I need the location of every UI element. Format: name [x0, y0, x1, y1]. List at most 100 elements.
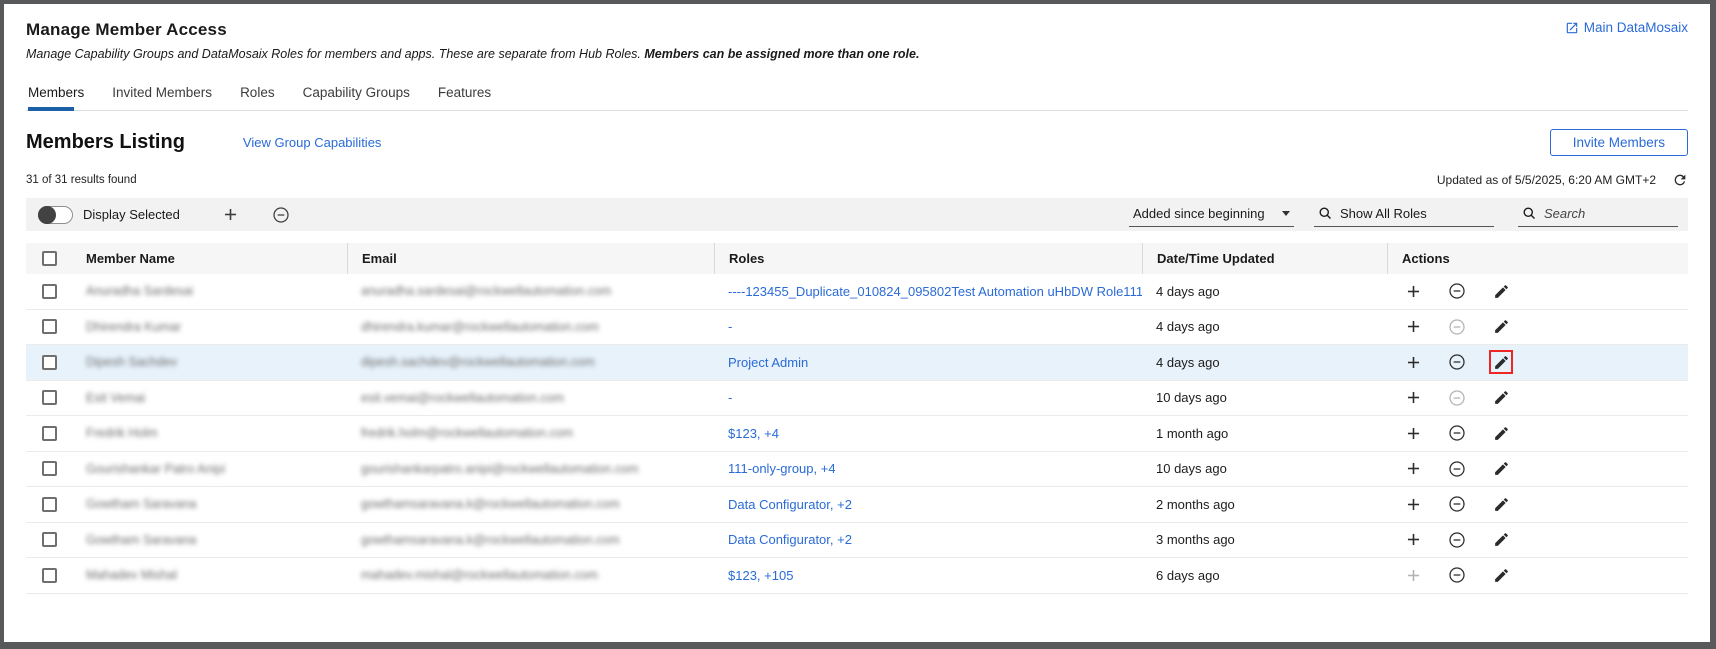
member-email-cell: dhirendra.kumar@rockwellautomation.com	[347, 320, 714, 334]
remove-role-icon[interactable]	[1447, 281, 1467, 301]
edit-member-icon[interactable]	[1491, 317, 1511, 337]
member-email-cell: mahadev.mishal@rockwellautomation.com	[347, 568, 714, 582]
add-role-icon[interactable]	[1403, 423, 1423, 443]
edit-member-icon[interactable]	[1491, 281, 1511, 301]
remove-role-icon[interactable]	[1447, 494, 1467, 514]
edit-member-icon[interactable]	[1491, 459, 1511, 479]
tab-roles[interactable]: Roles	[226, 79, 289, 110]
edit-member-icon[interactable]	[1491, 423, 1511, 443]
add-role-icon[interactable]	[1403, 352, 1423, 372]
view-group-capabilities-link[interactable]: View Group Capabilities	[243, 135, 382, 150]
member-email-cell: anuradha.sardesai@rockwellautomation.com	[347, 284, 714, 298]
subtitle-regular: Manage Capability Groups and DataMosaix …	[26, 47, 644, 61]
table-header-row: Member Name Email Roles Date/Time Update…	[26, 243, 1688, 274]
edit-member-icon[interactable]	[1491, 565, 1511, 585]
roles-filter-field[interactable]	[1314, 203, 1494, 227]
add-role-icon[interactable]	[1403, 388, 1423, 408]
column-header-member-name: Member Name	[72, 243, 347, 274]
page-header: Manage Member Access Main DataMosaix	[26, 20, 1688, 40]
date-updated-cell: 4 days ago	[1142, 319, 1387, 334]
member-email-cell: gourishankarpatro.anipi@rockwellautomati…	[347, 462, 714, 476]
roles-link[interactable]: Data Configurator, +2	[728, 497, 852, 512]
date-updated-cell: 1 month ago	[1142, 426, 1387, 441]
updated-timestamp: Updated as of 5/5/2025, 6:20 AM GMT+2	[1437, 173, 1656, 187]
bulk-add-roles-icon[interactable]	[220, 204, 242, 226]
remove-role-icon[interactable]	[1447, 352, 1467, 372]
date-updated-cell: 4 days ago	[1142, 284, 1387, 299]
row-checkbox[interactable]	[42, 284, 57, 299]
row-checkbox[interactable]	[42, 426, 57, 441]
member-email-cell: gowthamsaravana.k@rockwellautomation.com	[347, 497, 714, 511]
row-checkbox[interactable]	[42, 319, 57, 334]
member-name-cell: Esit Vemai	[72, 391, 347, 405]
tab-capability-groups[interactable]: Capability Groups	[289, 79, 424, 110]
table-row: Dipesh Sachdevdipesh.sachdev@rockwellaut…	[26, 345, 1688, 381]
add-role-icon[interactable]	[1403, 317, 1423, 337]
row-checkbox[interactable]	[42, 355, 57, 370]
invite-members-button[interactable]: Invite Members	[1550, 129, 1688, 156]
row-checkbox[interactable]	[42, 461, 57, 476]
table-row: Gowtham Saravanagowthamsaravana.k@rockwe…	[26, 487, 1688, 523]
refresh-icon[interactable]	[1672, 172, 1688, 188]
date-updated-cell: 3 months ago	[1142, 532, 1387, 547]
tab-features[interactable]: Features	[424, 79, 505, 110]
date-updated-cell: 6 days ago	[1142, 568, 1387, 583]
table-row: Fredrik Holmfredrik.holm@rockwellautomat…	[26, 416, 1688, 452]
roles-link[interactable]: $123, +4	[728, 426, 779, 441]
add-role-icon[interactable]	[1403, 281, 1423, 301]
table-row: Dhirendra Kumardhirendra.kumar@rockwella…	[26, 310, 1688, 346]
member-name-cell: Mahadev Mishal	[72, 568, 347, 582]
display-selected-toggle[interactable]	[38, 206, 73, 224]
row-checkbox[interactable]	[42, 497, 57, 512]
tab-invited-members[interactable]: Invited Members	[98, 79, 226, 110]
search-field[interactable]	[1518, 203, 1678, 227]
tab-members[interactable]: Members	[28, 79, 98, 110]
add-role-icon[interactable]	[1403, 459, 1423, 479]
member-email-cell: fredrik.holm@rockwellautomation.com	[347, 426, 714, 440]
table-row: Mahadev Mishalmahadev.mishal@rockwellaut…	[26, 558, 1688, 594]
meta-bar: 31 of 31 results found Updated as of 5/5…	[26, 172, 1688, 188]
roles-filter-input[interactable]	[1340, 206, 1490, 221]
main-datamosaix-link-label: Main DataMosaix	[1584, 20, 1688, 35]
added-since-dropdown[interactable]: Added since beginning	[1129, 203, 1294, 227]
remove-role-icon[interactable]	[1447, 388, 1467, 408]
date-updated-cell: 10 days ago	[1142, 461, 1387, 476]
page-title: Manage Member Access	[26, 20, 227, 40]
date-updated-cell: 10 days ago	[1142, 390, 1387, 405]
add-role-icon[interactable]	[1403, 530, 1423, 550]
edit-member-icon[interactable]	[1491, 494, 1511, 514]
remove-role-icon[interactable]	[1447, 530, 1467, 550]
edit-member-icon[interactable]	[1491, 388, 1511, 408]
main-datamosaix-link[interactable]: Main DataMosaix	[1565, 20, 1688, 35]
edit-member-icon[interactable]	[1491, 352, 1511, 372]
roles-link[interactable]: ----123455_Duplicate_010824_095802Test A…	[728, 284, 1142, 299]
member-name-cell: Dhirendra Kumar	[72, 320, 347, 334]
row-checkbox[interactable]	[42, 390, 57, 405]
remove-role-icon[interactable]	[1447, 423, 1467, 443]
select-all-checkbox[interactable]	[42, 251, 57, 266]
roles-link[interactable]: Data Configurator, +2	[728, 532, 852, 547]
search-icon	[1318, 206, 1333, 221]
add-role-icon[interactable]	[1403, 565, 1423, 585]
search-input[interactable]	[1544, 206, 1674, 221]
member-email-cell: esit.vemai@rockwellautomation.com	[347, 391, 714, 405]
table-row: Esit Vemaiesit.vemai@rockwellautomation.…	[26, 381, 1688, 417]
remove-role-icon[interactable]	[1447, 317, 1467, 337]
subtitle-bold: Members can be assigned more than one ro…	[644, 47, 919, 61]
remove-role-icon[interactable]	[1447, 565, 1467, 585]
bulk-remove-roles-icon[interactable]	[270, 204, 292, 226]
search-icon	[1522, 206, 1537, 221]
roles-link[interactable]: $123, +105	[728, 568, 793, 583]
row-checkbox[interactable]	[42, 532, 57, 547]
listing-header: Members Listing View Group Capabilities …	[26, 129, 1688, 156]
remove-role-icon[interactable]	[1447, 459, 1467, 479]
edit-member-icon[interactable]	[1491, 530, 1511, 550]
roles-link[interactable]: Project Admin	[728, 355, 808, 370]
roles-link[interactable]: -	[728, 319, 732, 334]
row-checkbox[interactable]	[42, 568, 57, 583]
add-role-icon[interactable]	[1403, 494, 1423, 514]
roles-link[interactable]: -	[728, 390, 732, 405]
roles-link[interactable]: 111-only-group, +4	[728, 461, 836, 476]
member-email-cell: gowthamsaravana.k@rockwellautomation.com	[347, 533, 714, 547]
member-name-cell: Dipesh Sachdev	[72, 355, 347, 369]
